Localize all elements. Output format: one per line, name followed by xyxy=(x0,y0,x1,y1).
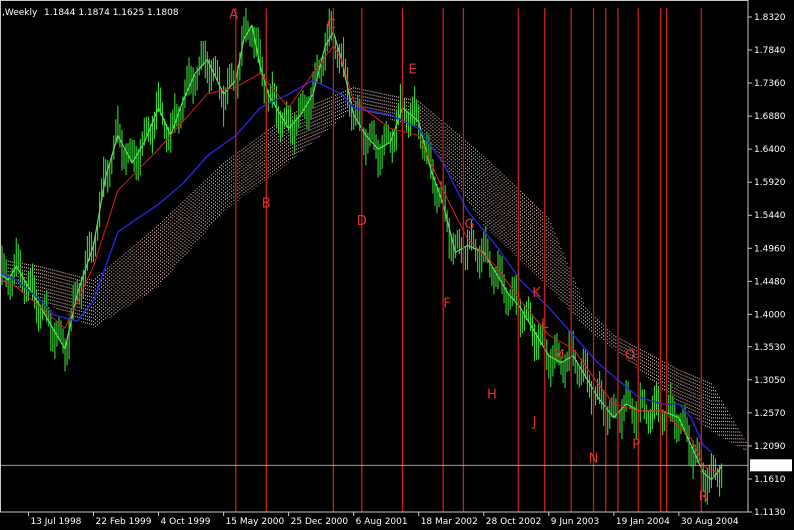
x-tick-label: 18 Mar 2002 xyxy=(421,517,478,527)
wave-label: L xyxy=(541,317,549,332)
x-tick-label: 15 May 2000 xyxy=(226,517,285,527)
symbol-timeframe: ,Weekly xyxy=(2,8,38,18)
x-tick-label: 13 Jul 1998 xyxy=(30,517,81,527)
wave-label: C xyxy=(327,18,336,33)
y-tick-label: 1.2090 xyxy=(754,442,786,452)
x-tick-label: 22 Feb 1999 xyxy=(96,517,152,527)
y-tick-label: 1.5440 xyxy=(754,211,786,221)
y-tick-label: 1.7360 xyxy=(754,79,786,89)
y-tick-label: 1.7840 xyxy=(754,46,786,56)
wave-label: R xyxy=(699,489,708,504)
chart-window: A B C D E F G H J K L M N O P R 1.8320 1.7840 1.7360 1.688… xyxy=(0,0,794,530)
ohlc-values: 1.1844 1.1874 1.1625 1.1808 xyxy=(44,8,179,18)
wave-label: E xyxy=(409,62,417,77)
wave-label: A xyxy=(229,7,238,22)
wave-label: N xyxy=(589,451,599,466)
wave-label: H xyxy=(487,387,497,402)
y-tick-label: 1.4960 xyxy=(754,244,786,254)
wave-label: F xyxy=(443,297,450,312)
x-tick-label: 4 Oct 1999 xyxy=(161,517,211,527)
y-tick-label: 1.6400 xyxy=(754,145,786,155)
y-tick-label: 1.3050 xyxy=(754,376,786,386)
wave-label: P xyxy=(632,438,640,453)
wave-label: O xyxy=(625,348,635,363)
x-tick-label: 9 Jun 2003 xyxy=(551,517,599,527)
last-price-label: 1.1808 xyxy=(754,462,786,472)
ichimoku-chart: A B C D E F G H J K L M N O P R 1.8320 1.7840 1.7360 1.688… xyxy=(0,0,794,530)
x-tick-label: 25 Dec 2000 xyxy=(291,517,349,527)
y-tick-label: 1.4480 xyxy=(754,277,786,287)
wave-label: J xyxy=(532,415,537,430)
wave-label: B xyxy=(262,197,271,212)
y-tick-label: 1.2570 xyxy=(754,409,786,419)
x-tick-label: 19 Jan 2004 xyxy=(616,517,670,527)
x-tick-label: 6 Aug 2001 xyxy=(356,517,408,527)
wave-label: K xyxy=(532,286,541,301)
y-tick-label: 1.5920 xyxy=(754,178,786,188)
wave-label: D xyxy=(357,214,367,229)
y-tick-label: 1.6880 xyxy=(754,112,786,122)
y-tick-label: 1.3530 xyxy=(754,343,786,353)
x-tick-label: 28 Oct 2002 xyxy=(486,517,542,527)
chart-background xyxy=(0,0,794,530)
last-price-tag: 1.1808 xyxy=(750,459,792,472)
y-tick-label: 1.1130 xyxy=(754,508,786,518)
chart-header: ,Weekly 1.1844 1.1874 1.1625 1.1808 xyxy=(2,8,179,18)
x-tick-label: 30 Aug 2004 xyxy=(681,517,739,527)
y-tick-label: 1.1610 xyxy=(754,475,786,485)
y-tick-label: 1.8320 xyxy=(754,13,786,23)
y-tick-label: 1.4000 xyxy=(754,310,786,320)
wave-label: M xyxy=(553,348,564,363)
wave-label: G xyxy=(464,217,474,232)
